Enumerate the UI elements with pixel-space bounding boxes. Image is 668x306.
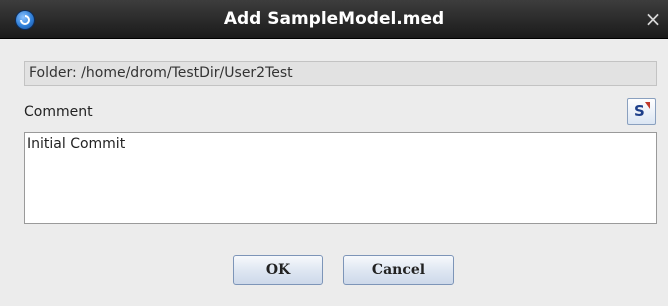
comment-label: Comment <box>24 104 93 120</box>
ok-button[interactable]: OK <box>233 255 323 285</box>
snippet-icon: S <box>634 102 645 120</box>
window-title: Add SampleModel.med <box>223 9 445 29</box>
cancel-button[interactable]: Cancel <box>343 255 454 285</box>
window-titlebar: Add SampleModel.med × <box>0 0 668 39</box>
comment-textarea[interactable]: Initial Commit <box>24 132 657 224</box>
snippet-button[interactable]: S <box>627 98 656 125</box>
close-icon[interactable]: × <box>643 8 663 30</box>
folder-path: Folder: /home/drom/TestDir/User2Test <box>24 61 657 86</box>
snippet-arrow-icon <box>645 102 650 109</box>
